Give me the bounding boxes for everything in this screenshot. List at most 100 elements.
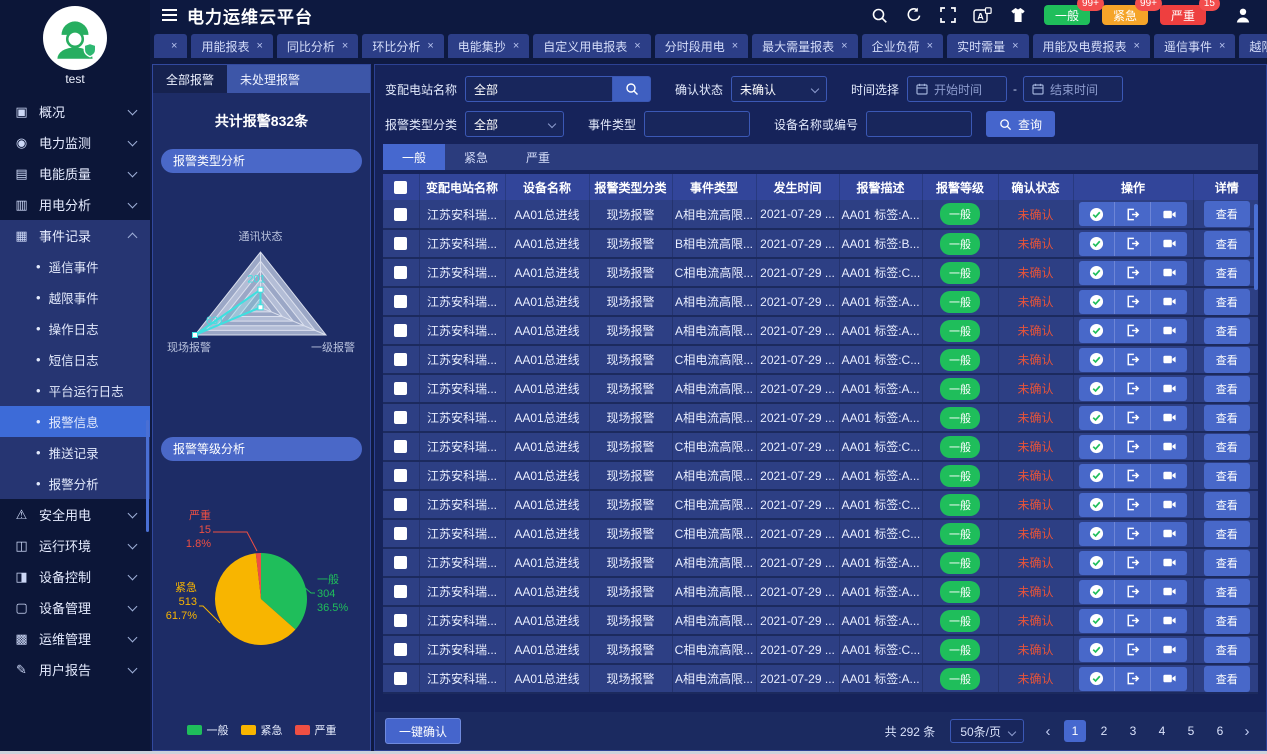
alarm-level-button-2[interactable]: 严重15: [1160, 5, 1206, 25]
confirm-icon[interactable]: [1079, 202, 1115, 226]
tab-10[interactable]: 用能及电费报表×: [1033, 34, 1150, 58]
view-button[interactable]: 查看: [1204, 579, 1250, 605]
station-input[interactable]: [465, 76, 613, 102]
video-icon[interactable]: [1151, 348, 1187, 372]
view-button[interactable]: 查看: [1204, 318, 1250, 344]
confirm-icon[interactable]: [1079, 522, 1115, 546]
theme-icon[interactable]: [1009, 7, 1027, 23]
alarm-level-button-1[interactable]: 紧急99+: [1102, 5, 1148, 25]
export-icon[interactable]: [1115, 551, 1151, 575]
row-checkbox[interactable]: [394, 498, 407, 511]
query-button[interactable]: 查询: [986, 111, 1055, 137]
page-number-5[interactable]: 5: [1180, 720, 1202, 742]
export-icon[interactable]: [1115, 580, 1151, 604]
confirm-status-select[interactable]: 未确认: [731, 76, 827, 102]
confirm-icon[interactable]: [1079, 464, 1115, 488]
view-button[interactable]: 查看: [1204, 608, 1250, 634]
page-number-4[interactable]: 4: [1151, 720, 1173, 742]
confirm-icon[interactable]: [1079, 638, 1115, 662]
export-icon[interactable]: [1115, 406, 1151, 430]
view-button[interactable]: 查看: [1204, 521, 1250, 547]
view-button[interactable]: 查看: [1204, 550, 1250, 576]
confirm-icon[interactable]: [1079, 551, 1115, 575]
tab-close-icon[interactable]: ×: [171, 40, 177, 52]
video-icon[interactable]: [1151, 202, 1187, 226]
confirm-icon[interactable]: [1079, 493, 1115, 517]
tab-7[interactable]: 最大需量报表×: [752, 34, 857, 58]
video-icon[interactable]: [1151, 319, 1187, 343]
sidebar-subitem-7[interactable]: •报警分析: [0, 468, 150, 499]
row-checkbox[interactable]: [394, 643, 407, 656]
sidebar-item-0[interactable]: ▣概况: [0, 96, 150, 127]
confirm-icon[interactable]: [1079, 435, 1115, 459]
row-checkbox[interactable]: [394, 382, 407, 395]
tab-close-icon[interactable]: ×: [927, 40, 933, 52]
export-icon[interactable]: [1115, 377, 1151, 401]
tab-close-icon[interactable]: ×: [256, 40, 262, 52]
confirm-icon[interactable]: [1079, 232, 1115, 256]
alarm-type-select[interactable]: 全部: [465, 111, 564, 137]
row-checkbox[interactable]: [394, 614, 407, 627]
export-icon[interactable]: [1115, 464, 1151, 488]
tab-9[interactable]: 实时需量×: [947, 34, 1028, 58]
severity-tab-2[interactable]: 严重: [507, 144, 569, 170]
end-time-input[interactable]: 结束时间: [1023, 76, 1123, 102]
row-checkbox[interactable]: [394, 469, 407, 482]
device-name-input[interactable]: [866, 111, 972, 137]
tab-2[interactable]: 同比分析×: [277, 34, 358, 58]
confirm-icon[interactable]: [1079, 348, 1115, 372]
row-checkbox[interactable]: [394, 324, 407, 337]
page-number-2[interactable]: 2: [1093, 720, 1115, 742]
row-checkbox[interactable]: [394, 353, 407, 366]
row-checkbox[interactable]: [394, 208, 407, 221]
video-icon[interactable]: [1151, 377, 1187, 401]
sidebar-item-1[interactable]: ◉电力监测: [0, 127, 150, 158]
export-icon[interactable]: [1115, 609, 1151, 633]
export-icon[interactable]: [1115, 638, 1151, 662]
export-icon[interactable]: [1115, 493, 1151, 517]
view-button[interactable]: 查看: [1204, 463, 1250, 489]
video-icon[interactable]: [1151, 493, 1187, 517]
page-size-select[interactable]: 50条/页: [950, 719, 1024, 743]
confirm-icon[interactable]: [1079, 406, 1115, 430]
view-button[interactable]: 查看: [1204, 289, 1250, 315]
row-checkbox[interactable]: [394, 585, 407, 598]
video-icon[interactable]: [1151, 609, 1187, 633]
confirm-all-button[interactable]: 一键确认: [385, 718, 461, 744]
view-button[interactable]: 查看: [1204, 434, 1250, 460]
event-type-input[interactable]: [644, 111, 750, 137]
refresh-icon[interactable]: [905, 7, 923, 23]
alarm-level-button-0[interactable]: 一般99+: [1044, 5, 1090, 25]
tab-close-icon[interactable]: ×: [634, 40, 640, 52]
row-checkbox[interactable]: [394, 672, 407, 685]
sidebar-subitem-3[interactable]: •短信日志: [0, 344, 150, 375]
video-icon[interactable]: [1151, 464, 1187, 488]
tab-4[interactable]: 电能集抄×: [448, 34, 529, 58]
legend-item-2[interactable]: 严重: [295, 722, 337, 738]
view-button[interactable]: 查看: [1204, 405, 1250, 431]
sidebar-item-3[interactable]: ▥用电分析: [0, 189, 150, 220]
alarm-panel-tab-1[interactable]: 未处理报警: [227, 65, 313, 93]
video-icon[interactable]: [1151, 522, 1187, 546]
tab-close-icon[interactable]: ×: [1134, 40, 1140, 52]
sidebar-subitem-5[interactable]: •报警信息: [0, 406, 150, 437]
page-number-1[interactable]: 1: [1064, 720, 1086, 742]
severity-tab-0[interactable]: 一般: [383, 144, 445, 170]
confirm-icon[interactable]: [1079, 319, 1115, 343]
view-button[interactable]: 查看: [1204, 347, 1250, 373]
sidebar-item-2[interactable]: ▤电能质量: [0, 158, 150, 189]
page-number-6[interactable]: 6: [1209, 720, 1231, 742]
tab-5[interactable]: 自定义用电报表×: [533, 34, 650, 58]
export-icon[interactable]: [1115, 435, 1151, 459]
row-checkbox[interactable]: [394, 411, 407, 424]
view-button[interactable]: 查看: [1204, 231, 1250, 257]
video-icon[interactable]: [1151, 232, 1187, 256]
tab-close-icon[interactable]: ×: [1012, 40, 1018, 52]
fullscreen-icon[interactable]: [940, 7, 956, 23]
tab-close-icon[interactable]: ×: [1219, 40, 1225, 52]
next-page-button[interactable]: ›: [1238, 723, 1256, 740]
export-icon[interactable]: [1115, 232, 1151, 256]
tab-6[interactable]: 分时段用电×: [655, 34, 748, 58]
row-checkbox[interactable]: [394, 266, 407, 279]
confirm-icon[interactable]: [1079, 580, 1115, 604]
